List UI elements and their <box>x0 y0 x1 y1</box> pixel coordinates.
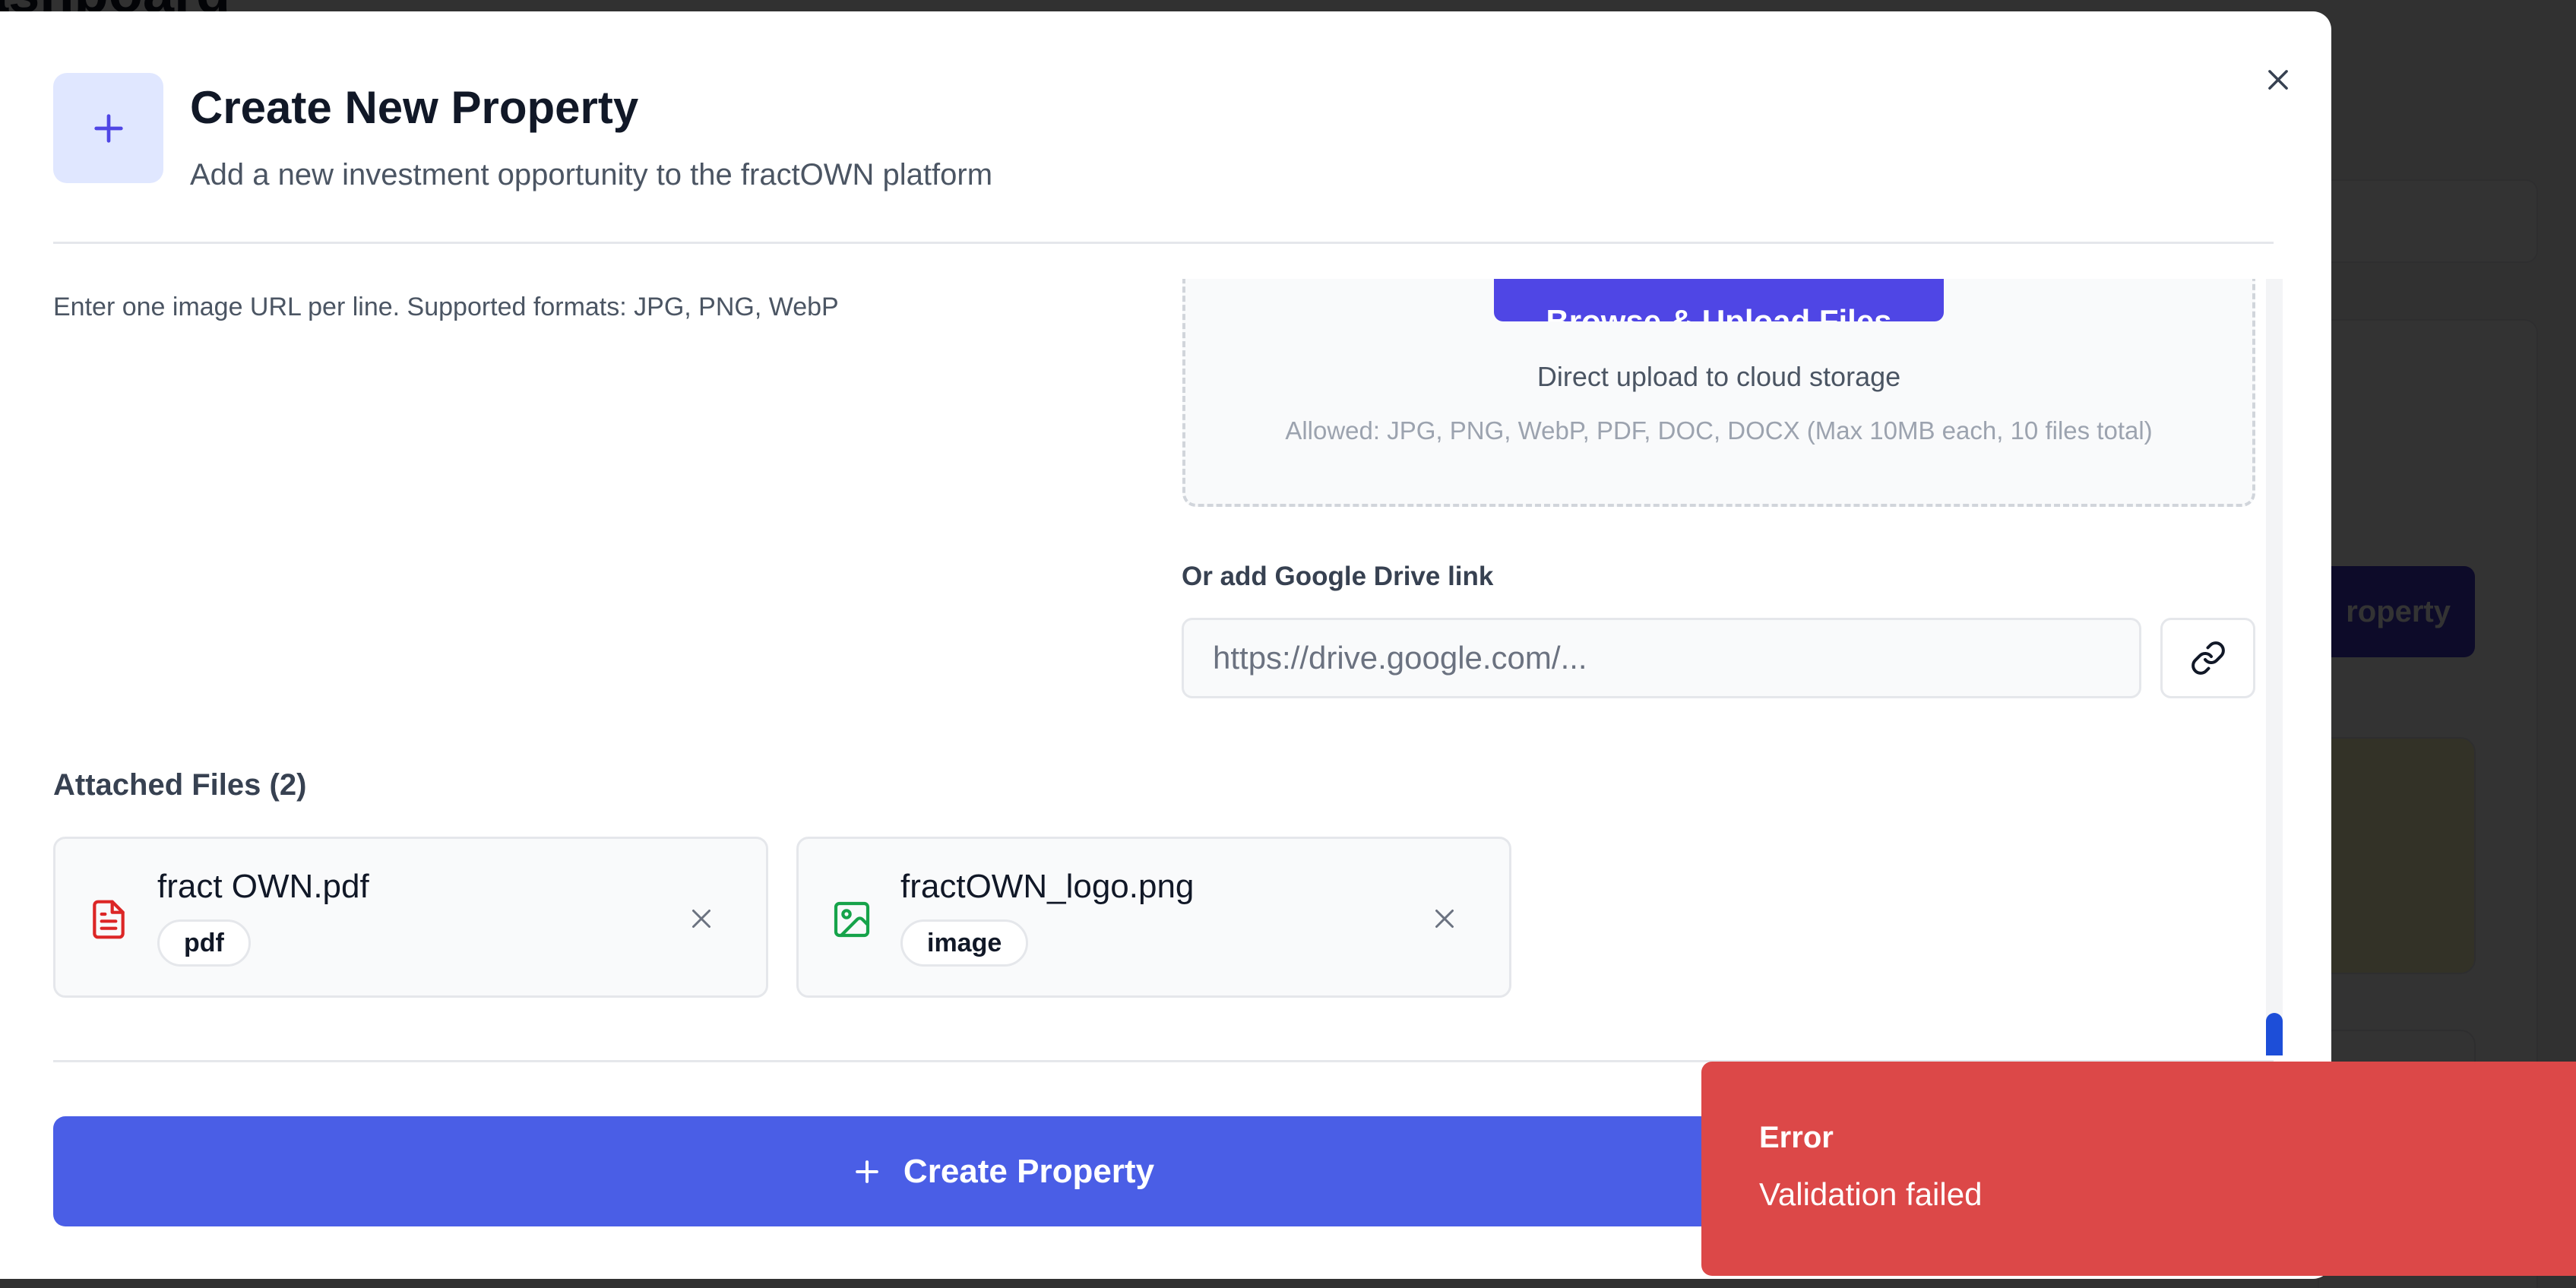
create-property-label: Create Property <box>903 1152 1155 1190</box>
link-icon <box>2191 641 2225 675</box>
google-drive-input[interactable] <box>1182 618 2141 698</box>
modal-title: Create New Property <box>190 82 639 133</box>
file-type-badge: pdf <box>157 919 251 967</box>
scrollbar-thumb[interactable] <box>2266 1013 2283 1055</box>
file-text-icon <box>87 896 130 943</box>
close-icon <box>692 910 710 928</box>
add-link-button[interactable] <box>2160 618 2255 698</box>
scrollbar-track[interactable] <box>2266 279 2283 1055</box>
close-icon[interactable] <box>2255 57 2301 103</box>
attached-files-label: Attached Files (2) <box>53 768 307 802</box>
google-drive-label: Or add Google Drive link <box>1182 562 1494 591</box>
error-toast[interactable]: Error Validation failed <box>1701 1062 2576 1276</box>
attached-file-card: fract OWN.pdf pdf <box>53 837 768 998</box>
upload-files-button[interactable]: Browse & Upload Files <box>1494 279 1944 321</box>
file-name: fract OWN.pdf <box>157 868 369 905</box>
plus-icon <box>53 73 163 183</box>
modal-subtitle: Add a new investment opportunity to the … <box>190 158 993 191</box>
modal-scroll-body[interactable]: Enter one image URL per line. Supported … <box>0 279 2283 1055</box>
file-name: fractOWN_logo.png <box>900 868 1195 905</box>
attached-file-card: fractOWN_logo.png image <box>796 837 1511 998</box>
image-icon <box>831 896 873 943</box>
plus-icon <box>850 1155 884 1188</box>
close-icon <box>1435 910 1454 928</box>
create-property-button[interactable]: Create Property <box>53 1116 1951 1226</box>
remove-file-button[interactable] <box>1426 900 1464 938</box>
toast-message: Validation failed <box>1759 1176 1983 1212</box>
image-url-hint: Enter one image URL per line. Supported … <box>53 293 839 321</box>
remove-file-button[interactable] <box>682 900 720 938</box>
dropzone-main-text: Direct upload to cloud storage <box>1536 361 1901 392</box>
header-divider <box>53 242 2274 244</box>
toast-title: Error <box>1759 1121 1834 1154</box>
dropzone-allowed-text: Allowed: JPG, PNG, WebP, PDF, DOC, DOCX … <box>1285 416 2153 445</box>
file-type-badge: image <box>900 919 1029 967</box>
